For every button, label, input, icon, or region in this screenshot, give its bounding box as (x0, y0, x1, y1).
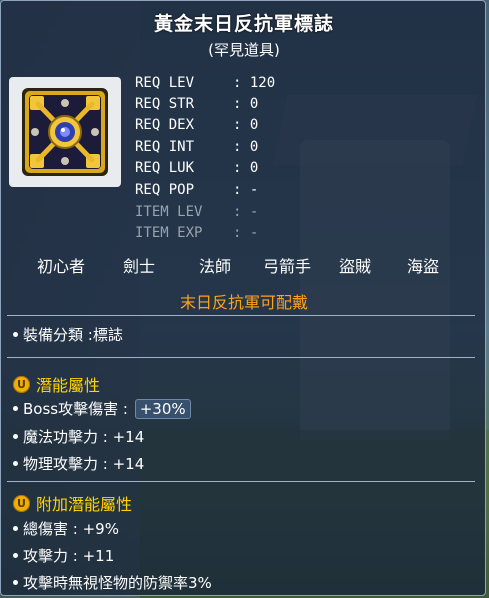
job-bowman: 弓箭手 (263, 257, 312, 276)
req-row: REQ INT: 0 (135, 139, 259, 155)
potential-line: 魔法功擊力 : +14 (13, 426, 144, 447)
item-rarity: (罕見道具) (208, 41, 280, 59)
unique-grade-icon: U (13, 495, 30, 512)
job-pirate: 海盜 (407, 257, 440, 276)
equip-category: 裝備分類 :標誌 (13, 324, 123, 345)
job-warrior: 劍士 (123, 257, 156, 276)
item-tooltip: 黃金末日反抗軍標誌 (罕見道具) REQ LEV: 120 REQ STR:… (0, 0, 486, 596)
req-row: ITEM EXP: - (135, 225, 259, 241)
bonus-potential-line: 攻擊力 : +11 (13, 545, 114, 566)
item-name: 黃金末日反抗軍標誌 (153, 13, 334, 35)
golden-resistance-emblem-icon (22, 88, 108, 176)
divider (7, 315, 475, 316)
potential-line: Boss攻擊傷害 : +30% (13, 398, 191, 419)
req-row: REQ STR: 0 (135, 96, 259, 112)
potential-value-highlight: +30% (134, 399, 191, 419)
divider (7, 357, 475, 358)
req-row: REQ POP: - (135, 182, 259, 198)
req-row: REQ LUK: 0 (135, 160, 259, 176)
job-thief: 盜賊 (339, 257, 372, 276)
req-row: ITEM LEV: - (135, 204, 259, 220)
job-beginner: 初心者 (37, 257, 86, 276)
equip-notice: 末日反抗軍可配戴 (179, 293, 308, 312)
divider (7, 481, 475, 482)
potential-line: 物理攻擊力 : +14 (13, 453, 144, 474)
req-row: REQ LEV: 120 (135, 75, 276, 91)
item-icon-frame (9, 77, 121, 187)
bonus-potential-header: U 附加潛能屬性 (13, 491, 132, 515)
unique-grade-icon: U (13, 376, 30, 393)
potential-header: U 潛能屬性 (13, 372, 100, 396)
bonus-potential-line: 總傷害 : +9% (13, 518, 119, 539)
job-magician: 法師 (199, 257, 232, 276)
bonus-potential-line: 攻擊時無視怪物的防禦率3% (13, 572, 212, 593)
req-row: REQ DEX: 0 (135, 117, 259, 133)
